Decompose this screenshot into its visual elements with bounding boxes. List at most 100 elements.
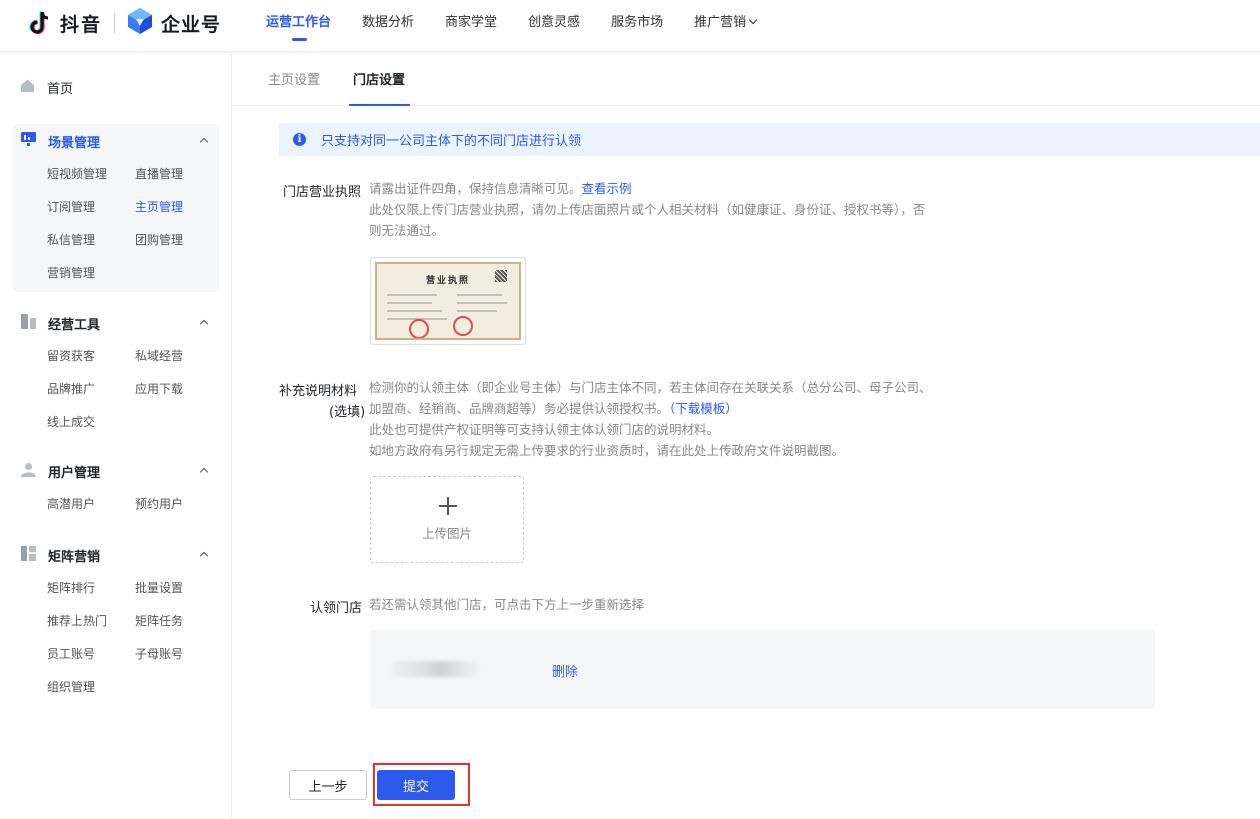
sidebar-item-home[interactable]: 首页 [20,78,73,97]
logo[interactable]: 抖音 企业号 [28,7,222,39]
license-text-line [387,302,432,304]
tab-bar: 主页设置 门店设置 [232,53,1260,106]
sidebar-sub-items: 矩阵排行 批量设置 推荐上热门 矩阵任务 员工账号 子母账号 组织管理 [12,572,219,704]
user-icon [21,462,36,481]
sidebar: 首页 场景管理 短视频管理 直播管理 订阅管理 主页管理 私信管理 团购管理 营… [0,53,231,819]
chevron-up-icon [199,137,209,147]
license-thumbnail[interactable]: 营业执照 [370,257,526,345]
sidebar-item-label: 首页 [47,82,74,97]
sidebar-item-subscription[interactable]: 订阅管理 [47,191,135,224]
sidebar-group-header[interactable]: 矩阵营销 [12,538,219,572]
tab-homepage-settings[interactable]: 主页设置 [268,69,320,88]
info-icon: i [293,133,306,146]
chevron-up-icon [199,319,209,329]
sidebar-sub-items: 高潜用户 预约用户 [12,488,219,521]
qr-code-icon [495,270,507,282]
seal-icon [453,316,473,336]
sidebar-item-homepage[interactable]: 主页管理 [135,191,223,224]
license-desc-3: 则无法通过。 [369,223,445,238]
nav-merchant-academy[interactable]: 商家学堂 [445,0,497,52]
sidebar-item-hot-recommend[interactable]: 推荐上热门 [47,605,135,638]
douyin-logo-icon [28,11,52,35]
brand-enterprise: 企业号 [161,13,222,36]
sidebar-group-title: 经营工具 [48,317,101,333]
top-header: 抖音 企业号 运营工作台 数据分析 商家学堂 创意灵感 服务市场 推广营销 [0,0,1260,52]
sidebar-group-header[interactable]: 用户管理 [12,454,219,488]
sidebar-item-brand-promo[interactable]: 品牌推广 [47,373,135,406]
license-text-line [457,294,502,296]
claim-store-desc: 若还需认领其他门店，可点击下方上一步重新选择 [369,597,645,612]
sidebar-sub-items: 短视频管理 直播管理 订阅管理 主页管理 私信管理 团购管理 营销管理 [12,158,219,290]
enterprise-logo-icon [127,7,153,39]
license-text-line [387,310,442,312]
supplement-desc-text: 加盟商、经销商、品牌商超等）务必提供认领授权书。 [369,401,670,416]
nav-promotion-marketing[interactable]: 推广营销 [694,0,758,52]
submit-button[interactable]: 提交 [377,770,455,800]
sidebar-item-batch-settings[interactable]: 批量设置 [135,572,223,605]
nav-service-market[interactable]: 服务市场 [611,0,663,52]
nav-operations-workbench[interactable]: 运营工作台 [266,0,331,52]
top-nav: 运营工作台 数据分析 商家学堂 创意灵感 服务市场 推广营销 [266,0,787,52]
sidebar-group-header[interactable]: 经营工具 [12,306,219,340]
matrix-icon [21,545,36,565]
notice-text: 只支持对同一公司主体下的不同门店进行认领 [321,134,582,149]
license-desc-2: 此处仅限上传门店营业执照，请勿上传店面照片或个人相关材料（如健康证、身份证、授权… [369,202,926,217]
supplement-label: 补充说明材料 [279,384,358,399]
sidebar-item-group-buy[interactable]: 团购管理 [135,224,223,257]
delete-store-link[interactable]: 删除 [552,661,578,680]
active-tab-indicator [349,104,410,106]
nav-creative-inspiration[interactable]: 创意灵感 [528,0,580,52]
sidebar-group-title: 矩阵营销 [48,549,101,565]
supplement-desc-2: 加盟商、经销商、品牌商超等）务必提供认领授权书。（下载模板） [369,398,738,419]
main-content: 主页设置 门店设置 i 只支持对同一公司主体下的不同门店进行认领 门店营业执照 … [231,53,1260,819]
sidebar-item-matrix-rank[interactable]: 矩阵排行 [47,572,135,605]
sidebar-item-online-deal[interactable]: 线上成交 [47,406,135,439]
upload-label: 上传图片 [421,526,472,541]
nav-data-analysis[interactable]: 数据分析 [362,0,414,52]
plus-icon [439,497,457,515]
chevron-up-icon [199,551,209,561]
license-desc-text: 请露出证件四角，保持信息清晰可见。 [369,181,582,196]
seal-icon [409,319,429,338]
license-text-line [387,294,437,296]
download-template-link[interactable]: （下载模板） [669,401,738,416]
supplement-desc-1: 检测你的认领主体（即企业号主体）与门店主体不同，若主体间存在关联关系（总分公司、… [369,380,932,395]
claimed-store-card: 删除 [370,630,1155,709]
license-image: 营业执照 [375,262,521,340]
sidebar-group-scene: 场景管理 短视频管理 直播管理 订阅管理 主页管理 私信管理 团购管理 营销管理 [12,124,219,292]
sidebar-item-private-domain[interactable]: 私域经营 [135,340,223,373]
sidebar-item-potential-users[interactable]: 高潜用户 [47,488,135,521]
license-desc-1: 请露出证件四角，保持信息清晰可见。查看示例 [369,178,632,199]
sidebar-group-matrix: 矩阵营销 矩阵排行 批量设置 推荐上热门 矩阵任务 员工账号 子母账号 组织管理 [12,538,219,703]
supplement-desc-4: 如地方政府有另行规定无需上传要求的行业资质时，请在此处上传政府文件说明截图。 [369,443,845,458]
sidebar-item-staff-account[interactable]: 员工账号 [47,638,135,671]
sidebar-item-matrix-task[interactable]: 矩阵任务 [135,605,223,638]
upload-image-button[interactable]: 上传图片 [370,476,524,563]
sidebar-item-marketing[interactable]: 营销管理 [47,257,135,290]
prev-step-button[interactable]: 上一步 [289,770,367,800]
notice-banner: i 只支持对同一公司主体下的不同门店进行认领 [279,123,1260,156]
chevron-up-icon [199,467,209,477]
home-icon [20,78,35,97]
sidebar-group-header[interactable]: 场景管理 [12,124,219,158]
tab-store-settings[interactable]: 门店设置 [353,69,405,88]
sidebar-group-title: 用户管理 [48,465,101,481]
brand-douyin: 抖音 [60,13,103,36]
supplement-optional-label: (选填) [329,405,366,420]
sidebar-item-org-management[interactable]: 组织管理 [47,671,135,704]
sidebar-group-tools: 经营工具 留资获客 私域经营 品牌推广 应用下载 线上成交 [12,306,219,436]
sidebar-item-reserved-users[interactable]: 预约用户 [135,488,223,521]
supplement-desc-3: 此处也可提供产权证明等可支持认领主体认领门店的说明材料。 [369,422,720,437]
view-example-link[interactable]: 查看示例 [582,181,632,196]
sidebar-item-lead-gen[interactable]: 留资获客 [47,340,135,373]
sidebar-group-users: 用户管理 高潜用户 预约用户 [12,454,219,524]
sidebar-item-live[interactable]: 直播管理 [135,158,223,191]
sidebar-item-app-download[interactable]: 应用下载 [135,373,223,406]
sidebar-sub-items: 留资获客 私域经营 品牌推广 应用下载 线上成交 [12,340,219,439]
license-text-line [457,310,497,312]
chevron-down-icon [748,15,758,25]
sidebar-item-parent-child-account[interactable]: 子母账号 [135,638,223,671]
sidebar-item-messages[interactable]: 私信管理 [47,224,135,257]
scene-icon [21,132,36,150]
sidebar-item-short-video[interactable]: 短视频管理 [47,158,135,191]
